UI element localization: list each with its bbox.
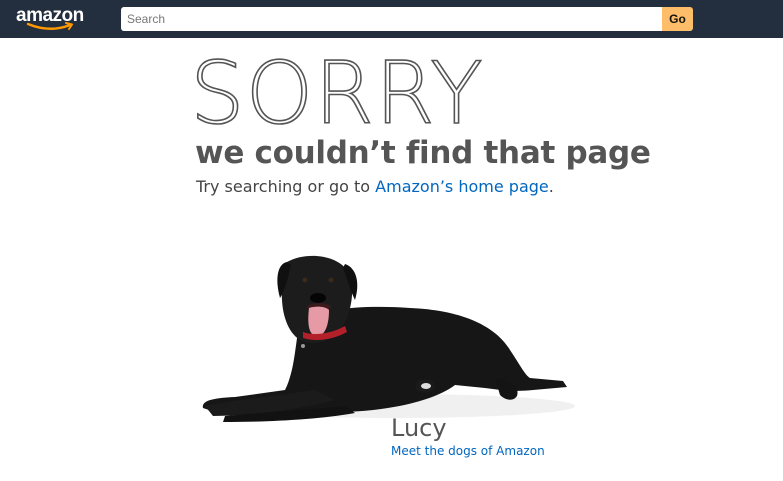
dog-name: Lucy	[391, 414, 447, 442]
amazon-logo[interactable]: amazon	[14, 4, 86, 32]
try-searching-text: Try searching or go to Amazon’s home pag…	[196, 177, 554, 197]
dog-photo	[202, 255, 575, 422]
try-searching-suffix: .	[548, 177, 554, 196]
top-navigation-bar: amazon Go	[0, 0, 783, 38]
search-form: Go	[121, 7, 693, 31]
sorry-headline: SORRY	[189, 44, 484, 144]
amazon-home-page-link[interactable]: Amazon’s home page	[375, 177, 549, 196]
meet-the-dogs-link[interactable]: Meet the dogs of Amazon	[391, 443, 545, 459]
try-searching-prefix: Try searching or go to	[196, 177, 376, 196]
not-found-subtitle: we couldn’t find that page	[195, 135, 651, 171]
logo-smile-icon	[26, 22, 73, 30]
search-input[interactable]	[121, 7, 662, 31]
go-button[interactable]: Go	[662, 7, 693, 31]
